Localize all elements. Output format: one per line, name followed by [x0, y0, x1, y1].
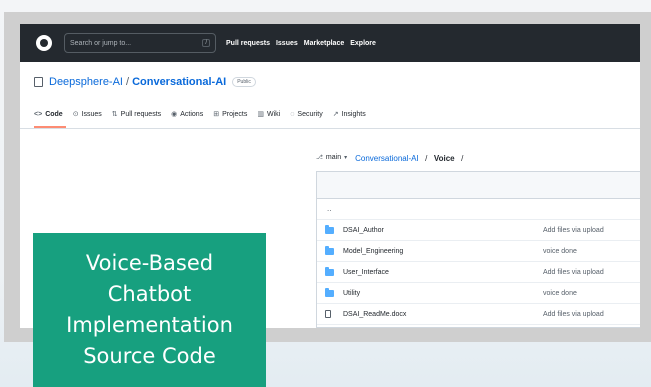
tab-label: Actions: [180, 110, 204, 118]
tab-label: Issues: [81, 110, 102, 118]
branch-name: main: [325, 153, 342, 161]
file-row[interactable]: DSAI_ReadMe.docx Add files via upload: [317, 304, 640, 325]
tab-issues[interactable]: ⊙ Issues: [72, 110, 102, 119]
caption-banner: Voice-Based Chatbot Implementation Sourc…: [33, 233, 266, 387]
commit-message[interactable]: Add files via upload: [543, 311, 604, 318]
breadcrumb: Conversational-AI / Voice /: [355, 148, 465, 166]
security-icon: ◌: [290, 110, 295, 118]
chevron-down-icon: ▾: [344, 154, 348, 161]
pull-request-icon: ⇅: [111, 111, 118, 118]
file-name-link[interactable]: DSAI_ReadMe.docx: [343, 311, 533, 318]
top-nav: Pull requests Issues Marketplace Explore: [226, 40, 376, 47]
nav-explore[interactable]: Explore: [350, 40, 376, 47]
file-list: .. DSAI_Author Add files via upload Mode…: [316, 171, 640, 328]
actions-icon: ◉: [171, 111, 178, 118]
insights-icon: ↗: [332, 111, 339, 118]
nav-pull-requests[interactable]: Pull requests: [226, 40, 270, 47]
branch-select-button[interactable]: ⎇ main ▾: [316, 154, 347, 161]
breadcrumb-current-folder: Voice: [433, 154, 455, 163]
nav-issues[interactable]: Issues: [276, 40, 298, 47]
folder-icon: [325, 245, 334, 255]
file-name-link[interactable]: DSAI_Author: [343, 227, 533, 234]
commit-message[interactable]: voice done: [543, 290, 577, 297]
banner-line: Voice-Based: [85, 251, 214, 275]
file-name-link[interactable]: Utility: [343, 290, 533, 297]
visibility-badge: Public: [232, 77, 256, 87]
repo-icon: [34, 77, 43, 87]
tab-pull-requests[interactable]: ⇅ Pull requests: [111, 110, 162, 119]
repo-name-link[interactable]: Conversational-AI: [132, 76, 226, 88]
repo-tabs: <> Code ⊙ Issues ⇅ Pull requests ◉ Actio…: [34, 110, 366, 119]
repo-owner-link[interactable]: Deepsphere-AI: [49, 76, 123, 88]
commit-message[interactable]: Add files via upload: [543, 227, 604, 234]
tabs-divider: [20, 128, 640, 129]
parent-directory-link[interactable]: ..: [317, 199, 640, 220]
tab-label: Security: [297, 110, 323, 118]
tab-wiki[interactable]: ▥ Wiki: [257, 110, 281, 119]
tab-projects[interactable]: ⊞ Projects: [213, 110, 248, 119]
tab-code[interactable]: <> Code: [34, 111, 63, 118]
tab-security[interactable]: ◌ Security: [290, 111, 322, 118]
latest-commit-bar: [317, 172, 640, 199]
issue-icon: ⊙: [72, 111, 79, 118]
file-row[interactable]: User_Interface Add files via upload: [317, 262, 640, 283]
tab-actions[interactable]: ◉ Actions: [171, 110, 204, 119]
wiki-icon: ▥: [257, 111, 265, 118]
repo-title: Deepsphere-AI / Conversational-AI Public: [34, 76, 256, 88]
search-placeholder: Search or jump to...: [70, 39, 132, 47]
projects-icon: ⊞: [213, 111, 220, 118]
commit-message[interactable]: voice done: [543, 248, 577, 255]
banner-line: Chatbot: [107, 282, 192, 306]
folder-icon: [325, 224, 334, 234]
search-shortcut-badge: /: [202, 39, 210, 47]
file-row[interactable]: Utility voice done: [317, 283, 640, 304]
banner-line: Source Code: [83, 344, 216, 368]
github-header: Search or jump to... / Pull requests Iss…: [20, 24, 640, 62]
file-navigation: ⎇ main ▾ Conversational-AI / Voice /: [316, 148, 465, 166]
tab-label: Wiki: [267, 110, 281, 118]
file-icon: [325, 310, 331, 318]
tab-label: Projects: [222, 110, 248, 118]
repo-separator: /: [126, 76, 130, 88]
breadcrumb-separator: /: [425, 154, 428, 163]
tab-label: Insights: [341, 110, 366, 118]
file-name-link[interactable]: User_Interface: [343, 269, 533, 276]
code-icon: <>: [34, 110, 43, 118]
tab-insights[interactable]: ↗ Insights: [332, 110, 366, 119]
nav-marketplace[interactable]: Marketplace: [304, 40, 344, 47]
branch-icon: ⎇: [316, 154, 323, 161]
file-name-link[interactable]: Model_Engineering: [343, 248, 533, 255]
file-row[interactable]: DSAI_Author Add files via upload: [317, 220, 640, 241]
folder-icon: [325, 266, 334, 276]
banner-line: Implementation: [66, 313, 233, 337]
breadcrumb-repo-link[interactable]: Conversational-AI: [355, 154, 419, 163]
breadcrumb-trailing-separator: /: [461, 154, 464, 163]
file-row[interactable]: Model_Engineering voice done: [317, 241, 640, 262]
commit-message[interactable]: Add files via upload: [543, 269, 604, 276]
tab-label: Pull requests: [120, 110, 162, 118]
search-input[interactable]: Search or jump to... /: [64, 33, 216, 53]
folder-icon: [325, 287, 334, 297]
github-logo-icon[interactable]: [36, 35, 52, 51]
tab-label: Code: [45, 110, 63, 118]
